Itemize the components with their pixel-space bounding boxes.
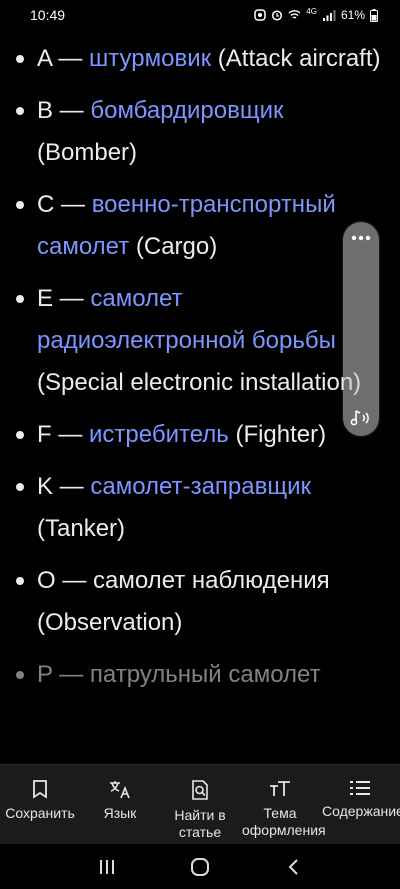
bullet: [16, 107, 24, 115]
item-dash: —: [55, 567, 94, 594]
link-istrebitel[interactable]: истребитель: [89, 421, 229, 448]
language-label: Язык: [103, 805, 137, 821]
contents-label: Содержание: [322, 803, 400, 819]
find-in-page-icon: [192, 780, 208, 800]
item-trail: (Attack aircraft): [211, 45, 381, 72]
item-dash: —: [51, 45, 90, 72]
item-letter: O: [37, 567, 56, 594]
home-icon: [190, 857, 209, 876]
list-item: P — патрульный самолет: [0, 654, 400, 696]
bullet: [16, 201, 24, 209]
list-item: O — самолет наблюдения (Observation): [0, 560, 400, 644]
home-button[interactable]: [180, 847, 220, 887]
item-letter: B: [37, 97, 54, 124]
link-shturmovik[interactable]: штурмовик: [89, 45, 211, 72]
item-letter: A: [37, 45, 52, 72]
bullet: [16, 577, 24, 585]
list-item: C — военно-транспортный самолет (Cargo): [0, 184, 400, 268]
item-letter: K: [37, 473, 54, 500]
save-button[interactable]: Сохранить: [0, 765, 80, 845]
bullet: [16, 295, 24, 303]
article-content: A — штурмовик (Attack aircraft) B — бомб…: [0, 38, 400, 764]
back-icon: [288, 858, 299, 875]
item-trail: (Tanker): [37, 515, 126, 542]
item-trail: (Observation): [37, 609, 183, 636]
status-bar: 10:49 4G 61%: [0, 0, 400, 30]
item-letter: C: [37, 191, 55, 218]
item-letter: P: [37, 661, 53, 688]
item-dash: —: [54, 191, 92, 218]
recent-apps-icon: [99, 859, 114, 874]
theme-label: Тема оформления: [242, 805, 326, 838]
more-options-icon[interactable]: [347, 228, 375, 248]
recent-apps-button[interactable]: [87, 847, 127, 887]
item-dash: —: [53, 97, 91, 124]
aircraft-type-list: A — штурмовик (Attack aircraft) B — бомб…: [0, 38, 400, 696]
save-label: Сохранить: [5, 805, 75, 821]
system-nav-bar: [0, 844, 400, 889]
link-samolet-zapravshchik[interactable]: самолет-заправщик: [90, 473, 311, 500]
list-item: A — штурмовик (Attack aircraft): [0, 38, 400, 80]
bullet: [16, 55, 24, 63]
find-in-article-button[interactable]: Найти в статье: [160, 765, 240, 845]
list-item: E — самолет радиоэлектронной борьбы (Spe…: [0, 278, 400, 404]
item-trail: (Bomber): [37, 139, 138, 166]
item-dash: —: [52, 661, 90, 688]
list-item: F — истребитель (Fighter): [0, 414, 400, 456]
language-button[interactable]: Язык: [80, 765, 160, 845]
text-size-icon: [270, 781, 290, 796]
bottom-toolbar: Сохранить Язык Найти в статье Тема оформ…: [0, 764, 400, 845]
status-time: 10:49: [30, 7, 66, 23]
item-text: патрульный самолет: [89, 661, 321, 688]
link-bombardirovshchik[interactable]: бомбардировщик: [90, 97, 283, 124]
bullet: [16, 431, 24, 439]
floating-side-panel[interactable]: [343, 222, 379, 436]
battery-percent: 61%: [340, 8, 365, 22]
link-voenno-transportny[interactable]: военно-транспортный: [92, 191, 336, 218]
theme-button[interactable]: Тема оформления: [240, 765, 326, 845]
item-letter: F: [37, 421, 52, 448]
item-dash: —: [53, 285, 91, 312]
item-text: самолет наблюдения: [93, 567, 330, 594]
link-radioelektronnoy-borby[interactable]: радиоэлектронной борьбы: [37, 320, 392, 362]
status-icons: 4G 61%: [254, 8, 378, 22]
signal-icon: [322, 10, 336, 21]
link-samolet-reb[interactable]: самолет: [90, 285, 182, 312]
back-button[interactable]: [273, 847, 313, 887]
bullet: [16, 483, 24, 491]
bullet: [16, 671, 24, 679]
network-type: 4G: [306, 7, 317, 16]
notification-icon: [254, 9, 267, 21]
bookmark-icon: [33, 780, 47, 799]
item-line: C — военно-транспортный: [37, 184, 392, 226]
list-item: K — самолет-заправщик (Tanker): [0, 466, 400, 550]
alarm-icon: [272, 10, 283, 21]
read-aloud-icon[interactable]: [347, 406, 375, 430]
translate-icon: [110, 781, 130, 799]
wifi-icon: [288, 10, 301, 19]
list-item: B — бомбардировщик (Bomber): [0, 90, 400, 174]
contents-button[interactable]: Содержание: [320, 765, 400, 845]
item-trail: (Special electronic installation): [37, 369, 362, 396]
find-label: Найти в статье: [174, 807, 226, 840]
item-trail: (Cargo): [129, 233, 218, 260]
item-dash: —: [53, 473, 91, 500]
battery-icon: [370, 8, 378, 22]
item-letter: E: [37, 285, 54, 312]
list-icon: [350, 781, 370, 795]
item-trail: (Fighter): [228, 421, 327, 448]
link-samolet[interactable]: самолет: [37, 233, 129, 260]
item-dash: —: [51, 421, 90, 448]
